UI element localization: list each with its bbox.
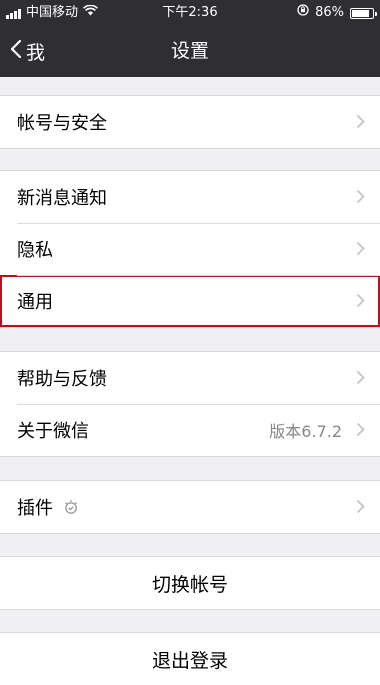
chevron-right-icon (356, 189, 365, 208)
settings-item-label: 新消息通知 (17, 188, 107, 209)
switch-account-label: 切换帐号 (151, 573, 228, 596)
switch-account-group: 切换帐号 (0, 556, 380, 610)
chevron-right-icon (356, 114, 365, 133)
settings-item-label: 帐号与安全 (17, 113, 107, 134)
settings-item-label: 通用 (17, 292, 53, 313)
top-bar: 中国移动 下午2:36 86% 我 设置 (0, 0, 380, 77)
switch-account-button[interactable]: 切换帐号 (0, 557, 380, 609)
settings-item-label: 隐私 (17, 240, 53, 261)
settings-item-new-message-notify[interactable]: 新消息通知 (0, 171, 380, 223)
settings-item-label: 关于微信 (17, 421, 89, 442)
logout-label: 退出登录 (151, 649, 228, 672)
plugins-group: 插件 (0, 480, 380, 534)
general-group: 新消息通知 隐私 通用 (0, 170, 380, 328)
settings-item-label: 插件 (17, 498, 53, 519)
settings-item-label: 帮助与反馈 (17, 369, 107, 390)
chevron-right-icon (356, 241, 365, 260)
settings-item-account-security[interactable]: 帐号与安全 (0, 96, 380, 148)
account-group: 帐号与安全 (0, 95, 380, 149)
settings-item-general[interactable]: 通用 (0, 275, 380, 327)
about-group: 帮助与反馈 关于微信 版本6.7.2 (0, 351, 380, 457)
chevron-right-icon (356, 422, 365, 441)
chevron-right-icon (356, 499, 365, 518)
logout-group: 退出登录 (0, 632, 380, 685)
page-title: 设置 (170, 40, 209, 62)
version-value: 版本6.7.2 (269, 422, 342, 441)
status-right: 86% (297, 0, 377, 26)
settings-item-privacy[interactable]: 隐私 (0, 223, 380, 275)
logout-button[interactable]: 退出登录 (0, 633, 380, 685)
status-bar: 中国移动 下午2:36 86% (0, 0, 380, 26)
settings-item-plugins[interactable]: 插件 (0, 481, 380, 533)
chevron-right-icon (356, 370, 365, 389)
battery-icon (350, 7, 377, 19)
chevron-right-icon (356, 293, 365, 312)
plugin-icon (62, 498, 80, 516)
battery-percent: 86% (315, 5, 344, 20)
nav-bar: 我 设置 (0, 26, 380, 77)
settings-item-about-wechat[interactable]: 关于微信 版本6.7.2 (0, 404, 380, 456)
rotation-lock-icon (297, 0, 309, 26)
settings-item-help-feedback[interactable]: 帮助与反馈 (0, 352, 380, 404)
